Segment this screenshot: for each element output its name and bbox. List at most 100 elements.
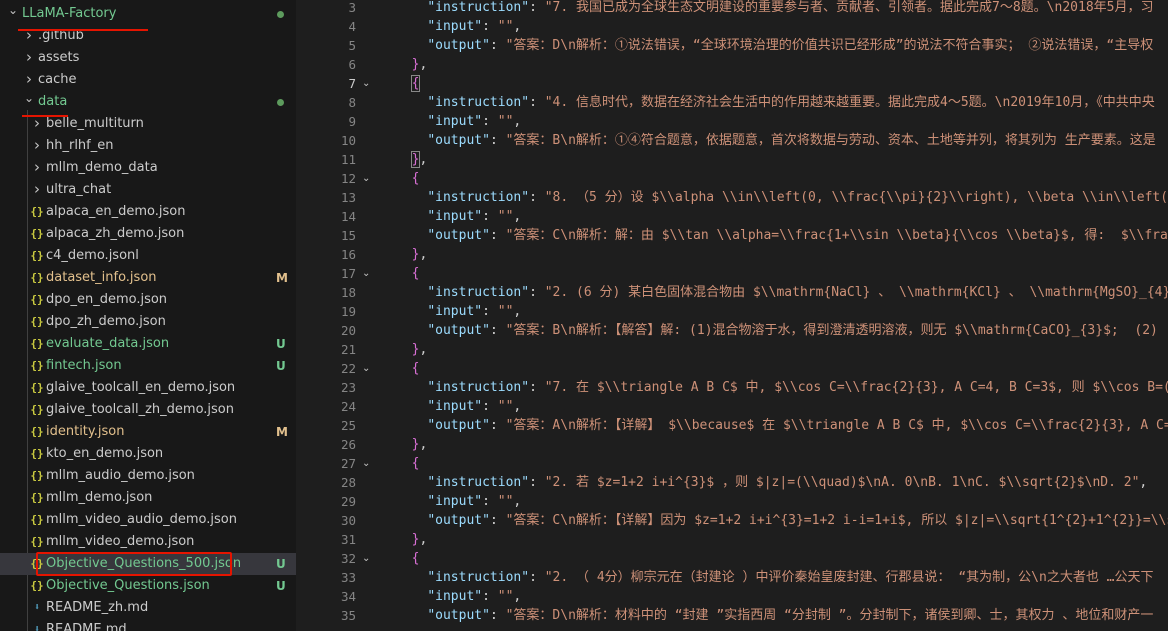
json-file-icon: {} (30, 315, 44, 328)
fold-chevron-icon[interactable]: ⌄ (362, 359, 370, 378)
chevron-down-icon: ⌄ (7, 3, 19, 17)
line-number: 30 (340, 513, 356, 528)
line-number: 16 (340, 247, 356, 262)
tree-file[interactable]: {} c4_demo.jsonl (0, 245, 296, 267)
tree-file[interactable]: {} dpo_zh_demo.json (0, 311, 296, 333)
status-dot-icon (277, 99, 284, 106)
tree-item-label: README.md (46, 622, 127, 631)
tree-file[interactable]: {} mllm_audio_demo.json (0, 465, 296, 487)
tree-item-label: data (38, 94, 68, 109)
code-line: { (396, 264, 420, 283)
annotation-underline-root (18, 29, 148, 31)
json-key: "instruction" (427, 0, 530, 15)
json-punctuation (396, 57, 412, 72)
tree-file[interactable]: {} fintech.json U (0, 355, 296, 377)
tree-folder[interactable]: ⌄ LLaMA-Factory (0, 3, 296, 25)
tree-folder[interactable]: › mllm_demo_data (0, 157, 296, 179)
json-file-icon: {} (30, 491, 44, 504)
json-punctuation (396, 608, 427, 623)
tree-file[interactable]: {} alpaca_en_demo.json (0, 201, 296, 223)
line-number: 14 (340, 209, 356, 224)
code-line: }, (396, 245, 428, 264)
json-string: "" (497, 114, 514, 129)
json-file-icon: {} (30, 381, 44, 394)
json-punctuation: , (419, 247, 428, 262)
tree-file[interactable]: {} alpaca_zh_demo.json (0, 223, 296, 245)
git-status-badge: U (276, 579, 286, 593)
json-punctuation (396, 76, 412, 91)
line-number: 23 (340, 380, 356, 395)
json-file-icon: {} (30, 535, 44, 548)
code-editor[interactable]: 3 "instruction": "7. 我国已成为全球生态文明建设的重要参与者… (296, 0, 1168, 631)
json-string: "答案：D\n解析：①说法错误，“全球环境治理的价值共识已经形成”的说法不符合事… (505, 38, 1154, 53)
tree-folder[interactable]: › assets (0, 47, 296, 69)
fold-chevron-icon[interactable]: ⌄ (362, 169, 370, 188)
json-punctuation (396, 0, 427, 15)
tree-file[interactable]: {} evaluate_data.json U (0, 333, 296, 355)
line-number: 6 (348, 57, 356, 72)
code-line: "input": "", (396, 112, 521, 131)
tree-file[interactable]: {} glaive_toolcall_en_demo.json (0, 377, 296, 399)
json-string: "" (497, 304, 514, 319)
tree-file[interactable]: {} kto_en_demo.json (0, 443, 296, 465)
line-number: 9 (348, 114, 356, 129)
json-punctuation (396, 456, 412, 471)
tree-file[interactable]: ⬇ README.md (0, 619, 296, 631)
line-number: 27 (340, 456, 356, 471)
json-punctuation (396, 190, 427, 205)
code-line: "instruction": "7. 我国已成为全球生态文明建设的重要参与者、贡… (396, 0, 1153, 17)
tree-file[interactable]: {} mllm_video_demo.json (0, 531, 296, 553)
json-key: "input" (427, 114, 483, 129)
json-punctuation: , (513, 19, 522, 34)
line-number: 33 (340, 570, 356, 585)
tree-file[interactable]: {} dataset_info.json M (0, 267, 296, 289)
tree-file[interactable]: {} glaive_toolcall_zh_demo.json (0, 399, 296, 421)
fold-chevron-icon[interactable]: ⌄ (362, 549, 370, 568)
json-punctuation: : (489, 228, 506, 243)
json-key: "output" (427, 323, 490, 338)
tree-item-label: dpo_en_demo.json (46, 292, 168, 307)
tree-file[interactable]: {} dpo_en_demo.json (0, 289, 296, 311)
chevron-right-icon: › (26, 26, 32, 44)
json-punctuation: { (410, 75, 421, 92)
fold-chevron-icon[interactable]: ⌄ (362, 454, 370, 473)
tree-item-label: mllm_demo_data (46, 160, 158, 175)
tree-folder[interactable]: › hh_rlhf_en (0, 135, 296, 157)
tree-item-label: assets (38, 50, 80, 65)
tree-folder[interactable]: › cache (0, 69, 296, 91)
json-key: "input" (427, 209, 483, 224)
json-key: "instruction" (427, 475, 530, 490)
code-line: "instruction": "2. 若 $z=1+2 i+i^{3}$ ，则 … (396, 473, 1147, 492)
tree-file[interactable]: {} Objective_Questions.json U (0, 575, 296, 597)
json-key: "input" (427, 304, 483, 319)
json-punctuation (396, 228, 427, 243)
code-line: }, (396, 435, 428, 454)
json-punctuation: { (411, 171, 420, 186)
tree-file[interactable]: {} mllm_video_audio_demo.json (0, 509, 296, 531)
code-line: }, (396, 530, 428, 549)
tree-file[interactable]: {} mllm_demo.json (0, 487, 296, 509)
tree-folder[interactable]: ⌄ data (0, 91, 296, 113)
json-punctuation: : (482, 304, 498, 319)
fold-chevron-icon[interactable]: ⌄ (362, 264, 370, 283)
tree-file[interactable]: ⬇ README_zh.md (0, 597, 296, 619)
json-file-icon: {} (30, 403, 44, 416)
json-file-icon: {} (30, 579, 44, 592)
json-punctuation: : (489, 133, 506, 148)
json-punctuation (396, 152, 412, 167)
tree-file[interactable]: {} identity.json M (0, 421, 296, 443)
json-punctuation: : (482, 114, 498, 129)
json-string: "答案：B\n解析：①④符合题意，依据题意，首次将数据与劳动、资本、土地等并列，… (505, 133, 1156, 148)
fold-chevron-icon[interactable]: ⌄ (362, 74, 370, 93)
json-punctuation: : (529, 380, 545, 395)
json-punctuation: , (419, 532, 428, 547)
tree-item-label: Objective_Questions.json (46, 578, 210, 593)
json-punctuation: , (419, 57, 428, 72)
tree-folder[interactable]: › ultra_chat (0, 179, 296, 201)
tree-item-label: ultra_chat (46, 182, 112, 197)
chevron-right-icon: › (26, 48, 32, 66)
line-number: 31 (340, 532, 356, 547)
git-status-badge: U (276, 337, 286, 351)
tree-item-label: c4_demo.jsonl (46, 248, 139, 263)
tree-item-label: cache (38, 72, 77, 87)
